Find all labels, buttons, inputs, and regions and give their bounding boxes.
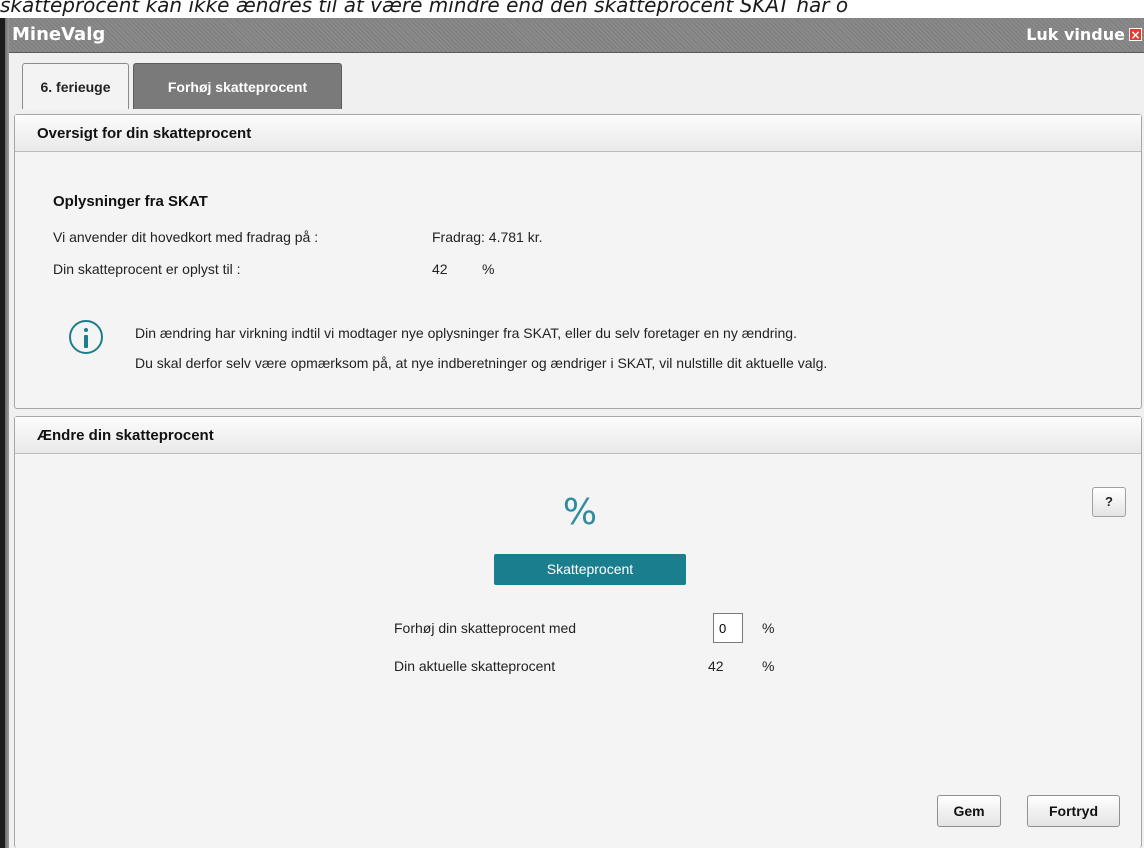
skatteprocent-button[interactable]: Skatteprocent [494, 554, 686, 585]
tab-bar: 6. ferieuge Forhøj skatteprocent [9, 53, 1144, 114]
card-label: Vi anvender dit hovedkort med fradrag på… [53, 229, 319, 245]
help-button[interactable]: ? [1092, 487, 1126, 517]
tab-forhoej-skatteprocent[interactable]: Forhøj skatteprocent [133, 63, 342, 109]
percent-icon: % [562, 492, 598, 533]
current-rate-value: 42 [708, 658, 724, 674]
title-bar: MineValg Luk vindue × [9, 18, 1144, 53]
tax-rate-value: 42 [432, 261, 448, 277]
overview-panel: Oversigt for din skatteprocent Oplysning… [14, 114, 1142, 409]
increase-label: Forhøj din skatteprocent med [394, 620, 577, 636]
save-button[interactable]: Gem [937, 795, 1001, 827]
close-icon[interactable]: × [1129, 28, 1142, 42]
cancel-button[interactable]: Fortryd [1027, 795, 1120, 827]
info-line-2: Du skal derfor selv være opmærksom på, a… [135, 355, 828, 371]
current-rate-unit: % [762, 658, 775, 674]
change-header: Ændre din skatteprocent [15, 417, 1141, 454]
overview-header: Oversigt for din skatteprocent [15, 115, 1141, 152]
window-frame-edge [0, 18, 9, 848]
info-line-1: Din ændring har virkning indtil vi modta… [135, 325, 797, 341]
truncated-top-text: skatteprocent kan ikke ændres til at vær… [0, 0, 849, 17]
tax-rate-unit: % [482, 261, 495, 277]
window-title: MineValg [12, 24, 106, 45]
skat-info-title: Oplysninger fra SKAT [53, 193, 208, 210]
close-window-button[interactable]: Luk vindue × [1026, 25, 1142, 44]
close-window-label[interactable]: Luk vindue [1026, 25, 1125, 44]
minevalg-window: MineValg Luk vindue × 6. ferieuge Forhøj… [9, 18, 1144, 848]
tax-rate-label: Din skatteprocent er oplyst til : [53, 261, 241, 277]
info-icon [69, 320, 103, 354]
increase-unit: % [762, 620, 775, 636]
change-panel: Ændre din skatteprocent ? % Skatteprocen… [14, 416, 1142, 848]
current-rate-label: Din aktuelle skatteprocent [394, 658, 556, 674]
tab-6-ferieuge[interactable]: 6. ferieuge [22, 63, 129, 109]
card-value: Fradrag: 4.781 kr. [432, 229, 543, 245]
increase-input[interactable] [713, 613, 743, 643]
